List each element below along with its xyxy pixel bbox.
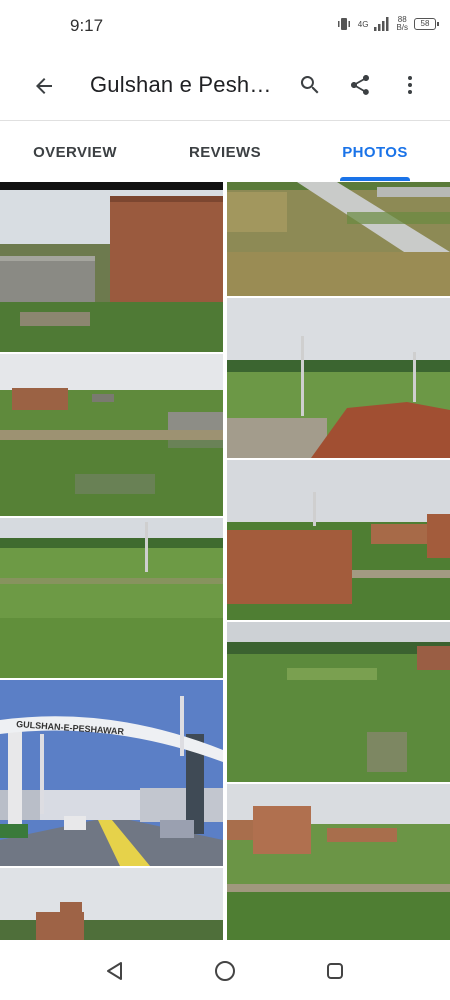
tab-overview[interactable]: OVERVIEW [0,121,150,183]
photo-tile[interactable] [0,518,223,678]
share-button[interactable] [342,67,378,103]
tab-reviews[interactable]: REVIEWS [150,121,300,183]
tab-bar: OVERVIEW REVIEWS PHOTOS [0,120,450,182]
photo-tile[interactable] [0,182,223,352]
photo-brick-ruins [227,784,450,940]
system-back-button[interactable] [98,954,132,988]
photo-gate-render: GULSHAN-E-PESHAWAR [0,680,223,866]
signal-icon [374,17,389,31]
photo-green-plot-pole [0,518,223,678]
status-time: 9:17 [70,16,104,35]
battery-level: 58 [420,19,430,28]
active-tab-indicator [340,177,410,181]
square-recents-icon [327,963,343,979]
photo-tile[interactable] [227,460,450,620]
system-nav-bar [0,940,450,1000]
photo-gallery[interactable]: GULSHAN-E-PESHAWAR [0,182,450,940]
circle-home-icon [215,961,235,981]
tab-photos[interactable]: PHOTOS [300,121,450,183]
photo-tile[interactable] [227,622,450,782]
search-button[interactable] [292,67,328,103]
photo-open-field [227,622,450,782]
photo-tile[interactable] [0,868,223,940]
search-icon [300,76,319,94]
share-icon [351,75,369,95]
photo-brick-structure [0,868,223,940]
battery-icon: 58 [414,18,439,30]
vibrate-icon [337,18,350,30]
triangle-back-icon [107,962,122,980]
net-speed: 88 B/s [396,16,408,32]
system-recents-button[interactable] [318,954,352,988]
net-speed-unit: B/s [396,23,408,32]
page-title: Gulshan e Pesha… [90,72,280,97]
photo-brick-wall-plot [0,182,223,352]
photo-road-aerial [227,182,450,296]
status-icons: 4G 88 B/s 58 [336,14,439,34]
photo-field-huts [0,354,223,516]
photo-tile[interactable] [227,182,450,296]
more-options-button[interactable] [392,67,428,103]
app-bar: Gulshan e Pesha… [0,50,450,120]
system-home-button[interactable] [208,954,242,988]
network-type: 4G [357,19,369,29]
arrow-left-icon [36,78,52,94]
photo-brick-pile-field [227,298,450,458]
photo-brick-boundary-wall [227,460,450,620]
back-button[interactable] [26,68,62,104]
photo-tile[interactable] [227,298,450,458]
status-bar: 9:17 4G 88 B/s 58 [0,0,450,50]
more-vert-icon [408,76,412,94]
photo-tile[interactable] [227,784,450,940]
photo-tile[interactable]: GULSHAN-E-PESHAWAR [0,680,223,866]
photo-tile[interactable] [0,354,223,516]
